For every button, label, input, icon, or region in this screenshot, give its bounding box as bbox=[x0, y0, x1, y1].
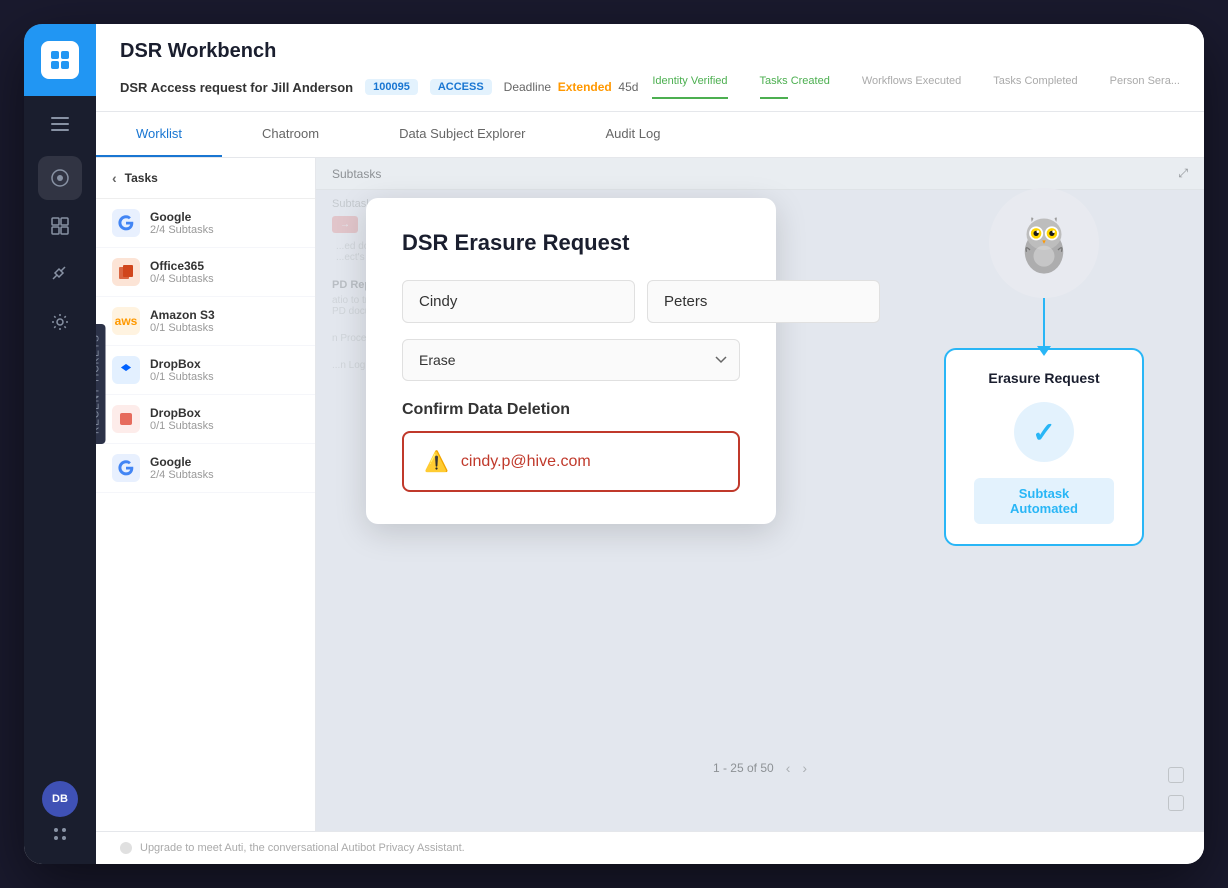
bottom-bar: Upgrade to meet Auti, the conversational… bbox=[96, 831, 1204, 864]
deadline-days: 45d bbox=[618, 80, 638, 94]
tabs: Worklist Chatroom Data Subject Explorer … bbox=[96, 112, 1204, 158]
content-area: ‹ Tasks Google 2/4 Subtasks bbox=[96, 158, 1204, 831]
task-info: Google 2/4 Subtasks bbox=[150, 210, 214, 236]
list-item[interactable]: Office365 0/4 Subtasks bbox=[96, 248, 315, 297]
tab-chatroom[interactable]: Chatroom bbox=[222, 112, 359, 157]
last-name-field[interactable] bbox=[647, 280, 880, 323]
erasure-card-container: Erasure Request ✓ Subtask Automated bbox=[944, 188, 1144, 546]
back-button[interactable]: ‹ bbox=[112, 170, 117, 186]
menu-toggle-button[interactable] bbox=[24, 100, 96, 148]
confirm-label: Confirm Data Deletion bbox=[402, 401, 740, 419]
step-tasks-completed: Tasks Completed bbox=[993, 75, 1077, 99]
list-item[interactable]: DropBox 0/1 Subtasks bbox=[96, 346, 315, 395]
erasure-request-card: Erasure Request ✓ Subtask Automated bbox=[944, 348, 1144, 546]
list-item[interactable]: Google 2/4 Subtasks bbox=[96, 444, 315, 493]
google-icon bbox=[112, 209, 140, 237]
tasks-panel: ‹ Tasks Google 2/4 Subtasks bbox=[96, 158, 316, 831]
ticket-title: DSR Access request for Jill Anderson bbox=[120, 80, 353, 95]
progress-steps: Identity Verified Tasks Created Workflow… bbox=[652, 75, 1180, 99]
erasure-modal: DSR Erasure Request Erase Delete Anonymi… bbox=[366, 198, 776, 524]
task-info: Office365 0/4 Subtasks bbox=[150, 259, 214, 285]
sidebar: DB bbox=[24, 24, 96, 864]
main-content: DSR Workbench DSR Access request for Jil… bbox=[96, 24, 1204, 864]
upgrade-text: Upgrade to meet Auti, the conversational… bbox=[140, 842, 465, 854]
tab-worklist[interactable]: Worklist bbox=[96, 112, 222, 157]
task-info: DropBox 0/1 Subtasks bbox=[150, 357, 214, 383]
ticket-type-badge: ACCESS bbox=[430, 79, 492, 95]
grid-icon[interactable] bbox=[51, 825, 69, 848]
task-info: Google 2/4 Subtasks bbox=[150, 455, 214, 481]
amazon-icon: aws bbox=[112, 307, 140, 335]
top-bar: DSR Workbench DSR Access request for Jil… bbox=[96, 24, 1204, 112]
step-identity-verified: Identity Verified bbox=[652, 75, 727, 99]
check-circle: ✓ bbox=[1014, 402, 1074, 462]
checkmark-icon: ✓ bbox=[1032, 416, 1055, 449]
ticket-id-badge: 100095 bbox=[365, 79, 418, 95]
sidebar-item-home[interactable] bbox=[38, 156, 82, 200]
dropbox-alt-icon bbox=[112, 405, 140, 433]
sidebar-item-tools[interactable] bbox=[38, 252, 82, 296]
tab-audit-log[interactable]: Audit Log bbox=[566, 112, 701, 157]
task-info: DropBox 0/1 Subtasks bbox=[150, 406, 214, 432]
google2-icon bbox=[112, 454, 140, 482]
right-content: Subtasks ⤢ Subtask G... → ti-Discovery .… bbox=[316, 158, 1204, 831]
flow-arrow bbox=[1043, 298, 1045, 348]
office365-icon bbox=[112, 258, 140, 286]
sidebar-item-dashboard[interactable] bbox=[38, 204, 82, 248]
task-list: Google 2/4 Subtasks Off bbox=[96, 199, 315, 831]
subtask-automated-label: Subtask Automated bbox=[974, 478, 1114, 524]
dropbox-icon bbox=[112, 356, 140, 384]
tab-data-subject-explorer[interactable]: Data Subject Explorer bbox=[359, 112, 565, 157]
page-title: DSR Workbench bbox=[120, 40, 1180, 63]
name-row bbox=[402, 280, 740, 323]
erasure-card-title: Erasure Request bbox=[974, 370, 1114, 386]
step-person-sera: Person Sera... bbox=[1110, 75, 1180, 99]
sidebar-logo bbox=[24, 24, 96, 96]
action-select[interactable]: Erase Delete Anonymize bbox=[402, 339, 740, 381]
list-item[interactable]: DropBox 0/1 Subtasks bbox=[96, 395, 315, 444]
panel-header: ‹ Tasks bbox=[96, 158, 315, 199]
logo-icon bbox=[41, 41, 79, 79]
sidebar-item-settings[interactable] bbox=[38, 300, 82, 344]
user-avatar[interactable]: DB bbox=[42, 781, 78, 817]
list-item[interactable]: aws Amazon S3 0/1 Subtasks bbox=[96, 297, 315, 346]
owl-mascot bbox=[989, 188, 1099, 298]
sidebar-bottom: DB bbox=[42, 781, 78, 864]
step-tasks-created: Tasks Created bbox=[760, 75, 830, 99]
sidebar-nav bbox=[38, 156, 82, 781]
step-workflows-executed: Workflows Executed bbox=[862, 75, 961, 99]
email-confirm-box: ⚠️ cindy.p@hive.com bbox=[402, 431, 740, 492]
ticket-header: DSR Access request for Jill Anderson 100… bbox=[120, 75, 1180, 99]
first-name-field[interactable] bbox=[402, 280, 635, 323]
email-display: cindy.p@hive.com bbox=[461, 453, 591, 471]
deadline-text: Deadline Extended 45d bbox=[504, 80, 639, 94]
modal-overlay: DSR Erasure Request Erase Delete Anonymi… bbox=[316, 158, 1204, 831]
panel-title: Tasks bbox=[125, 171, 158, 185]
task-info: Amazon S3 0/1 Subtasks bbox=[150, 308, 215, 334]
deadline-status: Extended bbox=[558, 80, 612, 94]
modal-title: DSR Erasure Request bbox=[402, 230, 740, 256]
list-item[interactable]: Google 2/4 Subtasks bbox=[96, 199, 315, 248]
bot-icon bbox=[120, 842, 132, 854]
warning-icon: ⚠️ bbox=[424, 449, 449, 474]
